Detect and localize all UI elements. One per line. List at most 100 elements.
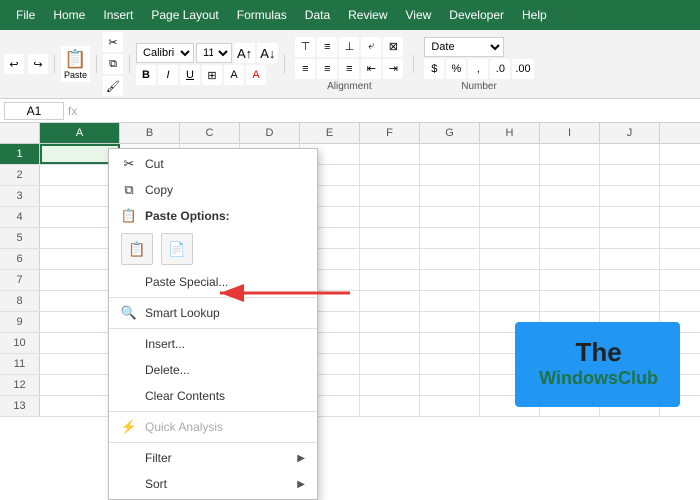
context-menu-sort[interactable]: Sort ▶ — [109, 471, 317, 497]
cell-f13[interactable] — [360, 396, 420, 416]
cell-i8[interactable] — [540, 291, 600, 311]
cell-j1[interactable] — [600, 144, 660, 164]
cell-i7[interactable] — [540, 270, 600, 290]
row-header-12[interactable]: 12 — [0, 375, 40, 395]
cell-g8[interactable] — [420, 291, 480, 311]
col-header-f[interactable]: F — [360, 123, 420, 143]
decrease-decimal-button[interactable]: .0 — [490, 59, 510, 79]
cell-h8[interactable] — [480, 291, 540, 311]
currency-button[interactable]: $ — [424, 59, 444, 79]
cell-g7[interactable] — [420, 270, 480, 290]
cell-j13[interactable] — [600, 396, 660, 416]
cell-i12[interactable] — [540, 375, 600, 395]
context-menu-insert[interactable]: Insert... — [109, 331, 317, 357]
paste-opt-values-button[interactable]: 📋 — [121, 233, 153, 265]
cell-j3[interactable] — [600, 186, 660, 206]
cell-j2[interactable] — [600, 165, 660, 185]
cell-j11[interactable] — [600, 354, 660, 374]
col-header-d[interactable]: D — [240, 123, 300, 143]
row-header-7[interactable]: 7 — [0, 270, 40, 290]
cell-g3[interactable] — [420, 186, 480, 206]
cell-h3[interactable] — [480, 186, 540, 206]
decrease-font-button[interactable]: A↓ — [257, 43, 278, 63]
cell-h10[interactable] — [480, 333, 540, 353]
cell-g10[interactable] — [420, 333, 480, 353]
row-header-8[interactable]: 8 — [0, 291, 40, 311]
row-header-13[interactable]: 13 — [0, 396, 40, 416]
cell-g2[interactable] — [420, 165, 480, 185]
cell-f8[interactable] — [360, 291, 420, 311]
menu-home[interactable]: Home — [45, 6, 93, 24]
cell-g11[interactable] — [420, 354, 480, 374]
row-header-5[interactable]: 5 — [0, 228, 40, 248]
merge-button[interactable]: ⊠ — [383, 37, 403, 57]
row-header-11[interactable]: 11 — [0, 354, 40, 374]
cell-j7[interactable] — [600, 270, 660, 290]
cell-i3[interactable] — [540, 186, 600, 206]
cell-i10[interactable] — [540, 333, 600, 353]
menu-developer[interactable]: Developer — [441, 6, 512, 24]
cell-f12[interactable] — [360, 375, 420, 395]
cell-i13[interactable] — [540, 396, 600, 416]
cell-i1[interactable] — [540, 144, 600, 164]
cell-i4[interactable] — [540, 207, 600, 227]
indent-decrease-button[interactable]: ⇤ — [361, 59, 381, 79]
font-color-button[interactable]: A — [246, 65, 266, 85]
col-header-g[interactable]: G — [420, 123, 480, 143]
context-menu-quick-analysis[interactable]: ⚡ Quick Analysis — [109, 414, 317, 440]
cell-i9[interactable] — [540, 312, 600, 332]
cell-i6[interactable] — [540, 249, 600, 269]
cell-g5[interactable] — [420, 228, 480, 248]
cell-f11[interactable] — [360, 354, 420, 374]
cell-h2[interactable] — [480, 165, 540, 185]
align-top-button[interactable]: ⊤ — [295, 37, 315, 57]
row-header-2[interactable]: 2 — [0, 165, 40, 185]
menu-view[interactable]: View — [398, 6, 440, 24]
menu-insert[interactable]: Insert — [95, 6, 141, 24]
col-header-e[interactable]: E — [300, 123, 360, 143]
align-bottom-button[interactable]: ⊥ — [339, 37, 359, 57]
cell-f9[interactable] — [360, 312, 420, 332]
font-size-select[interactable]: 11 — [196, 43, 232, 63]
cell-f2[interactable] — [360, 165, 420, 185]
cell-f3[interactable] — [360, 186, 420, 206]
align-right-button[interactable]: ≡ — [339, 59, 359, 79]
row-header-9[interactable]: 9 — [0, 312, 40, 332]
col-header-j[interactable]: J — [600, 123, 660, 143]
cell-h6[interactable] — [480, 249, 540, 269]
context-menu-clear-contents[interactable]: Clear Contents — [109, 383, 317, 409]
border-button[interactable]: ⊞ — [202, 65, 222, 85]
comma-button[interactable]: , — [468, 59, 488, 79]
row-header-10[interactable]: 10 — [0, 333, 40, 353]
cell-j8[interactable] — [600, 291, 660, 311]
cell-h7[interactable] — [480, 270, 540, 290]
cell-h11[interactable] — [480, 354, 540, 374]
align-left-button[interactable]: ≡ — [295, 59, 315, 79]
copy-button[interactable]: ⧉ — [103, 54, 123, 74]
align-middle-button[interactable]: ≡ — [317, 37, 337, 57]
col-header-a[interactable]: A — [40, 123, 120, 143]
menu-help[interactable]: Help — [514, 6, 555, 24]
cell-g6[interactable] — [420, 249, 480, 269]
cell-f6[interactable] — [360, 249, 420, 269]
formula-input[interactable] — [81, 104, 696, 118]
col-header-h[interactable]: H — [480, 123, 540, 143]
cell-j6[interactable] — [600, 249, 660, 269]
bold-button[interactable]: B — [136, 65, 156, 85]
paste-button[interactable]: 📋 Paste — [61, 46, 90, 82]
cell-h13[interactable] — [480, 396, 540, 416]
cell-i2[interactable] — [540, 165, 600, 185]
cell-i11[interactable] — [540, 354, 600, 374]
col-header-i[interactable]: I — [540, 123, 600, 143]
row-header-4[interactable]: 4 — [0, 207, 40, 227]
format-painter-button[interactable]: 🖌 — [103, 76, 123, 96]
context-menu-filter[interactable]: Filter ▶ — [109, 445, 317, 471]
cell-h4[interactable] — [480, 207, 540, 227]
col-header-b[interactable]: B — [120, 123, 180, 143]
align-center-button[interactable]: ≡ — [317, 59, 337, 79]
cell-h12[interactable] — [480, 375, 540, 395]
row-header-6[interactable]: 6 — [0, 249, 40, 269]
cell-h9[interactable] — [480, 312, 540, 332]
cell-h1[interactable] — [480, 144, 540, 164]
cell-f5[interactable] — [360, 228, 420, 248]
